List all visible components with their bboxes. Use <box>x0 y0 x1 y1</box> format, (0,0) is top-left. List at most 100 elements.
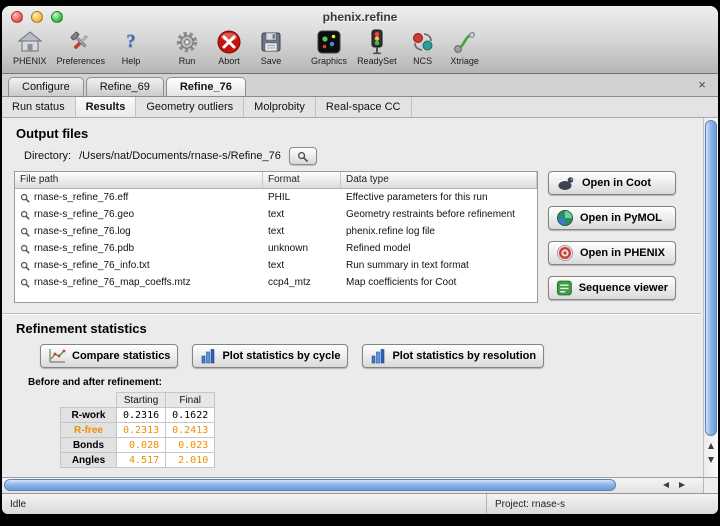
scroll-down-arrow[interactable] <box>705 453 718 466</box>
traffic-lights <box>11 11 63 23</box>
stat-value: 0.2316 <box>117 408 166 423</box>
bar-chart-icon <box>370 348 386 364</box>
stat-value: 0.023 <box>166 438 215 453</box>
job-tab-bar: Configure Refine_69 Refine_76 × <box>2 74 718 97</box>
table-row[interactable]: rnase-s_refine_76.log text phenix.refine… <box>15 223 537 240</box>
tab-configure[interactable]: Configure <box>8 77 84 96</box>
magnifier-icon <box>20 210 30 220</box>
table-row[interactable]: rnase-s_refine_76.pdb unknown Refined mo… <box>15 240 537 257</box>
column-header-file-path[interactable]: File path <box>15 172 263 188</box>
readyset-traffic-light-icon <box>361 28 393 56</box>
stat-value: 0.1622 <box>166 408 215 423</box>
close-window-button[interactable] <box>11 11 23 23</box>
magnifier-icon <box>297 151 308 162</box>
plot-by-cycle-button[interactable]: Plot statistics by cycle <box>192 344 348 368</box>
open-in-coot-button[interactable]: Open in Coot <box>548 171 676 195</box>
titlebar: phenix.refine <box>2 6 718 28</box>
toolbar-button-graphics[interactable]: Graphics <box>308 28 350 67</box>
window-title: phenix.refine <box>2 6 718 28</box>
run-gear-icon <box>171 28 203 56</box>
table-row[interactable]: rnase-s_refine_76.geo text Geometry rest… <box>15 206 537 223</box>
toolbar-label: ReadySet <box>357 56 397 67</box>
magnifier-icon <box>20 261 30 271</box>
minimize-window-button[interactable] <box>31 11 43 23</box>
scroll-left-arrow[interactable] <box>660 479 673 492</box>
before-after-label: Before and after refinement: <box>28 377 701 388</box>
horizontal-scrollbar-thumb[interactable] <box>4 479 616 491</box>
toolbar-label: Xtriage <box>450 56 479 67</box>
stats-column-starting: Starting <box>117 393 166 408</box>
horizontal-scrollbar[interactable] <box>2 477 718 493</box>
vertical-scrollbar-thumb[interactable] <box>705 120 717 436</box>
results-panel: Output files Directory: /Users/nat/Docum… <box>2 118 703 477</box>
scrollbar-corner <box>703 478 718 493</box>
toolbar-label: Run <box>179 56 196 67</box>
phenix-home-icon <box>14 28 46 56</box>
toolbar-button-xtriage[interactable]: Xtriage <box>446 28 484 67</box>
toolbar-label: Graphics <box>311 56 347 67</box>
browse-directory-button[interactable] <box>289 147 317 165</box>
tab-refine-69[interactable]: Refine_69 <box>86 77 164 96</box>
plot-by-resolution-button[interactable]: Plot statistics by resolution <box>362 344 544 368</box>
pymol-icon <box>556 209 574 227</box>
toolbar-label: Help <box>122 56 141 67</box>
compare-statistics-button[interactable]: Compare statistics <box>40 344 178 368</box>
stats-corner-cell <box>61 393 117 408</box>
toolbar-button-run[interactable]: Run <box>168 28 206 67</box>
toolbar-button-abort[interactable]: Abort <box>210 28 248 67</box>
save-floppy-icon <box>255 28 287 56</box>
stat-value: 0.028 <box>117 438 166 453</box>
toolbar-button-preferences[interactable]: Preferences <box>54 28 109 67</box>
tab-refine-76[interactable]: Refine_76 <box>166 77 246 96</box>
bar-chart-icon <box>200 348 216 364</box>
tab-geometry-outliers[interactable]: Geometry outliers <box>136 97 244 117</box>
stat-value: 2.010 <box>166 453 215 468</box>
toolbar-button-save[interactable]: Save <box>252 28 290 67</box>
zoom-window-button[interactable] <box>51 11 63 23</box>
vertical-scrollbar[interactable] <box>703 118 718 477</box>
toolbar-button-readyset[interactable]: ReadySet <box>354 28 400 67</box>
abort-stop-icon <box>213 28 245 56</box>
table-row[interactable]: rnase-s_refine_76_map_coeffs.mtz ccp4_mt… <box>15 274 537 291</box>
toolbar-button-ncs[interactable]: NCS <box>404 28 442 67</box>
directory-label: Directory: <box>24 150 71 162</box>
toolbar-button-phenix[interactable]: PHENIX <box>10 28 50 67</box>
close-tab-icon[interactable]: × <box>695 77 709 92</box>
horizontal-scrollbar-track[interactable] <box>2 478 703 493</box>
scroll-up-arrow[interactable] <box>705 439 718 452</box>
status-text: Idle <box>2 499 486 510</box>
tab-results[interactable]: Results <box>76 97 137 117</box>
stat-value: 4.517 <box>117 453 166 468</box>
refinement-statistics-heading: Refinement statistics <box>16 321 701 336</box>
toolbar-label: NCS <box>413 56 432 67</box>
column-header-format[interactable]: Format <box>263 172 341 188</box>
stats-row-r-work: R-work 0.2316 0.1622 <box>61 408 215 423</box>
open-in-phenix-button[interactable]: Open in PHENIX <box>548 241 676 265</box>
table-row[interactable]: rnase-s_refine_76.eff PHIL Effective par… <box>15 189 537 206</box>
toolbar-label: Abort <box>218 56 240 67</box>
results-tab-bar: Run status Results Geometry outliers Mol… <box>2 97 718 118</box>
ncs-icon <box>407 28 439 56</box>
stats-row-bonds: Bonds 0.028 0.023 <box>61 438 215 453</box>
directory-path: /Users/nat/Documents/rnase-s/Refine_76 <box>79 150 281 162</box>
toolbar-button-help[interactable]: ? Help <box>112 28 150 67</box>
open-in-pymol-button[interactable]: Open in PyMOL <box>548 206 676 230</box>
phenix-logo-icon <box>556 244 574 262</box>
stat-value: 0.2313 <box>117 423 166 438</box>
magnifier-icon <box>20 227 30 237</box>
tab-real-space-cc[interactable]: Real-space CC <box>316 97 412 117</box>
sequence-viewer-button[interactable]: Sequence viewer <box>548 276 676 300</box>
column-header-data-type[interactable]: Data type <box>341 172 537 188</box>
output-files-heading: Output files <box>16 126 701 141</box>
section-divider <box>2 313 701 315</box>
refinement-stats-table: Starting Final R-work 0.2316 0.1622 R-fr… <box>60 392 215 468</box>
tab-molprobity[interactable]: Molprobity <box>244 97 316 117</box>
table-row[interactable]: rnase-s_refine_76_info.txt text Run summ… <box>15 257 537 274</box>
tab-run-status[interactable]: Run status <box>2 97 76 117</box>
compare-chart-icon <box>48 348 66 364</box>
toolbar: PHENIX Preferences ? Help Run <box>2 28 718 73</box>
toolbar-label: PHENIX <box>13 56 47 67</box>
scroll-right-arrow[interactable] <box>675 479 688 492</box>
stats-column-final: Final <box>166 393 215 408</box>
toolbar-label: Preferences <box>57 56 106 67</box>
